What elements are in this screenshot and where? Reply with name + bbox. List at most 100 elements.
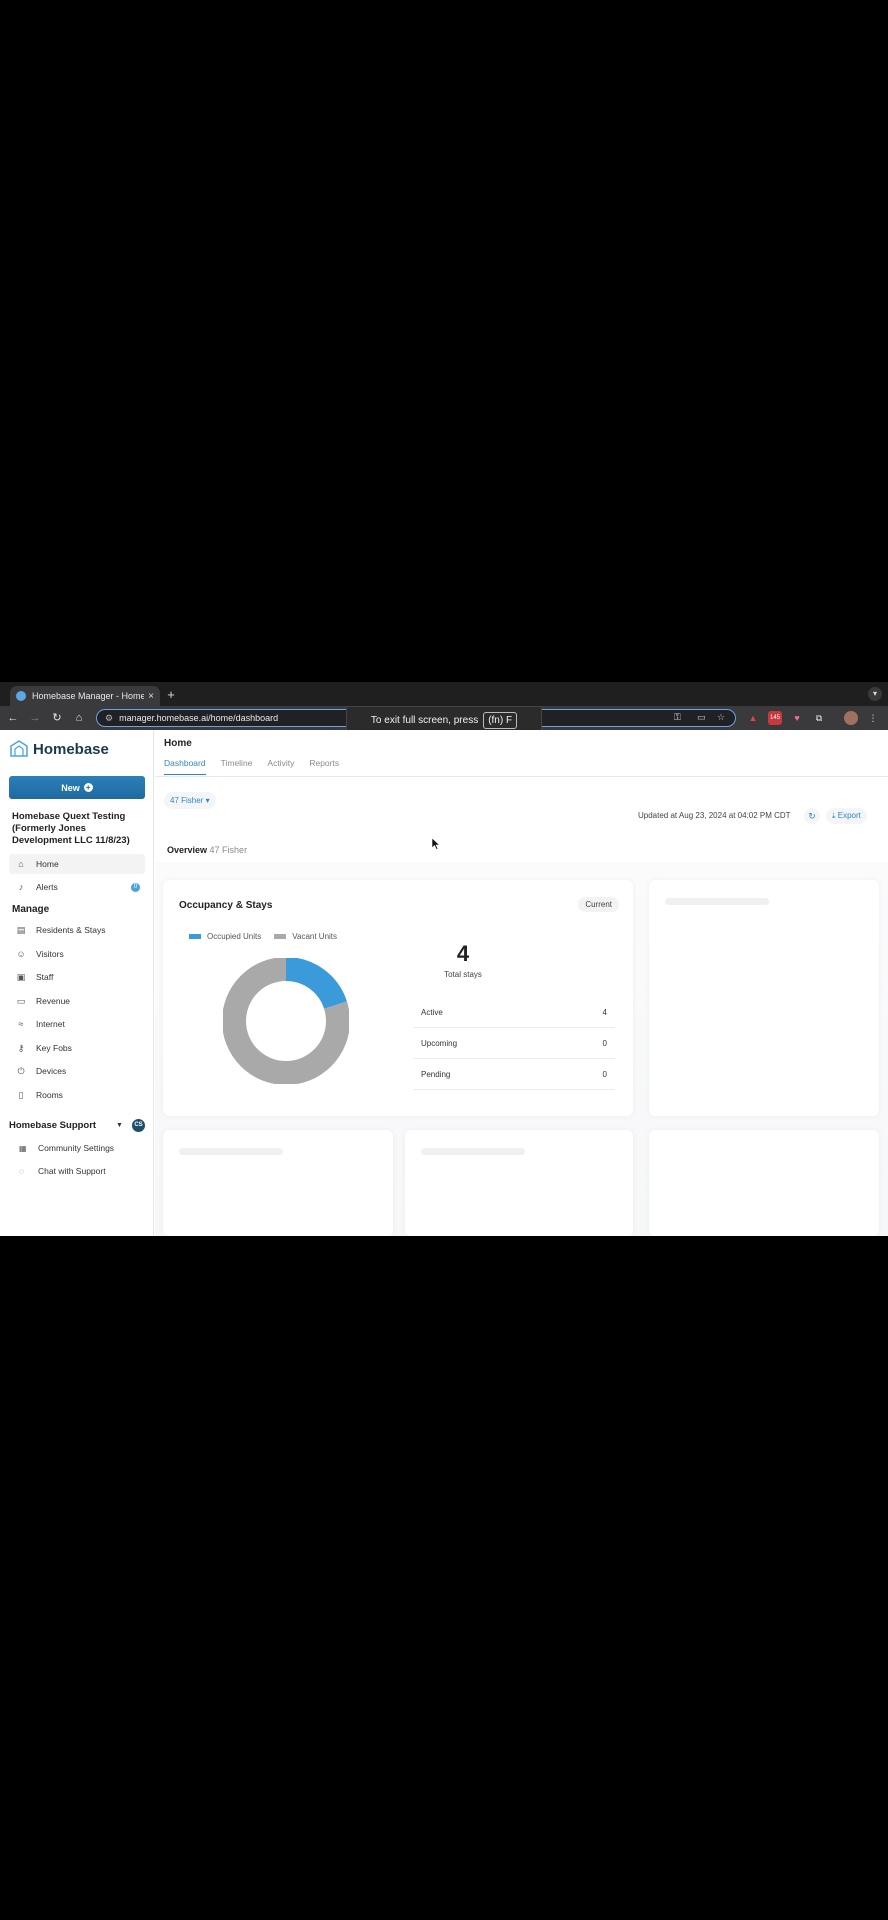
toast-key: (fn) F [483,711,518,729]
home-icon: ⌂ [18,859,24,869]
bookmark-star-icon[interactable]: ☆ [717,712,725,723]
sidebar-item-label: Visitors [36,949,64,959]
residents-icon: ▤ [16,924,26,935]
new-tab-button[interactable]: + [162,686,180,704]
back-icon[interactable]: ← [6,711,20,725]
overview-property: 47 Fisher [209,845,248,855]
puzzle-extensions-icon[interactable]: ⧉ [812,711,826,725]
extensions-tray: ▲ 145 ♥ ⧉ ⋮ [738,710,880,726]
stays-row-active: Active 4 [413,997,615,1028]
loading-placeholder [421,1148,525,1155]
alert-extension-icon[interactable]: ▲ [746,711,760,725]
app-root: Homebase New + Homebase Quext Testing (F… [0,730,888,1236]
loading-card [405,1130,633,1236]
legend-vacant[interactable]: Vacant Units [274,932,337,941]
refresh-icon[interactable]: ↻ [804,808,820,824]
homebase-favicon-icon [16,691,26,701]
homebase-logo-icon [10,740,28,757]
stays-row-value: 0 [602,1069,607,1079]
stays-row-pending: Pending 0 [413,1059,615,1090]
new-button[interactable]: New + [9,776,145,799]
main-content: Home Dashboard Timeline Activity Reports… [155,730,888,1236]
key-icon: ⚷ [17,1042,25,1053]
chat-icon: ◌ [19,1166,24,1176]
tab-activity[interactable]: Activity [267,758,294,775]
tab-search-icon[interactable]: ▾ [868,687,882,701]
occupancy-donut-chart [223,958,349,1084]
password-key-icon[interactable]: ⚿ [674,712,681,723]
chevron-down-icon[interactable]: ▼ [116,1122,123,1129]
plus-icon: + [83,783,93,792]
sidebar-item-label: Staff [36,972,54,982]
sidebar-item-revenue[interactable]: ▭ Revenue [9,991,145,1011]
community-name: Homebase Quext Testing (Formerly Jones D… [12,811,130,846]
sidebar-item-chat-support[interactable]: ◌ Chat with Support [19,1166,106,1176]
sidebar-item-home[interactable]: ⌂ Home [9,854,145,874]
forward-icon[interactable]: → [28,711,42,725]
site-info-icon[interactable]: ⚙ [105,713,113,724]
building-icon: ▦ [19,1143,27,1153]
support-title: Homebase Support [9,1120,97,1131]
sidebar-item-community-settings[interactable]: ▦ Community Settings [19,1143,114,1153]
sidebar-item-devices[interactable]: ⏻ Devices [9,1061,145,1081]
stays-row-value: 0 [602,1038,607,1048]
staff-icon: ▣ [16,971,26,982]
occupancy-filter-button[interactable]: Current [578,897,619,912]
stays-row-value: 4 [602,1007,607,1017]
manage-heading: Manage [12,904,50,915]
profile-avatar-icon[interactable] [844,711,858,725]
browser-menu-icon[interactable]: ⋮ [866,711,880,725]
url-text: manager.homebase.ai/home/dashboard [119,713,279,723]
home-browser-icon[interactable]: ⌂ [72,711,86,725]
tab-timeline[interactable]: Timeline [221,758,253,775]
support-header[interactable]: Homebase Support ▼ CS [9,1119,145,1132]
sidebar-item-internet[interactable]: ≈ Internet [9,1014,145,1034]
power-icon: ⏻ [17,1065,25,1076]
dashboard-cards-area: Occupancy & Stays Current Occupied Units… [155,862,888,1236]
sidebar-item-label: Rooms [36,1090,63,1100]
visitors-icon: ☺ [16,949,26,959]
property-selector[interactable]: 47 Fisher ▾ [164,792,216,809]
tab-reports[interactable]: Reports [309,758,339,775]
updated-timestamp: Updated at Aug 23, 2024 at 04:02 PM CDT [638,811,791,820]
stays-row-label: Upcoming [421,1038,458,1048]
support-avatar[interactable]: CS [132,1119,145,1132]
loading-card [649,880,879,1116]
legend-label: Occupied Units [207,932,262,941]
browser-window: Homebase Manager - Home × + ▾ ← → ↻ ⌂ ⚙ … [0,682,888,1236]
sidebar-item-label: Home [36,859,59,869]
calendar-extension-icon[interactable]: 145 [768,711,782,725]
stays-row-label: Active [421,1007,443,1017]
close-tab-icon[interactable]: × [148,691,154,702]
heart-extension-icon[interactable]: ♥ [790,711,804,725]
reload-icon[interactable]: ↻ [50,711,64,725]
sidebar-item-key-fobs[interactable]: ⚷ Key Fobs [9,1038,145,1058]
bell-icon: ♪ [18,882,24,892]
sidebar-item-rooms[interactable]: ▯ Rooms [9,1085,145,1105]
toast-text: To exit full screen, press [370,714,479,726]
mouse-cursor-icon [432,838,440,850]
tab-title: Homebase Manager - Home [32,691,145,701]
tab-divider [155,776,888,777]
total-stays-caption: Total stays [444,970,482,979]
occupancy-card: Occupancy & Stays Current Occupied Units… [163,880,633,1116]
loading-placeholder [665,898,769,905]
export-button[interactable]: ⤓ Export [826,808,867,824]
legend-swatch-vacant [274,934,287,939]
loading-placeholder [179,1148,283,1155]
tab-dashboard[interactable]: Dashboard [164,758,206,775]
sidebar-item-visitors[interactable]: ☺ Visitors [9,944,145,964]
browser-tab[interactable]: Homebase Manager - Home × [10,686,160,706]
stays-row-label: Pending [421,1069,451,1079]
overview-title: Overview [167,845,208,855]
sidebar-item-alerts[interactable]: ♪ Alerts 0 [9,877,145,897]
legend-occupied[interactable]: Occupied Units [189,932,261,941]
cast-icon[interactable]: ▭ [697,712,706,723]
total-stays-value: 4 [456,941,470,966]
sidebar: Homebase New + Homebase Quext Testing (F… [0,730,154,1236]
sidebar-item-staff[interactable]: ▣ Staff [9,967,145,987]
sidebar-item-label: Key Fobs [36,1043,72,1053]
homebase-logo[interactable]: Homebase [10,740,109,758]
legend-swatch-occupied [189,934,201,939]
sidebar-item-residents[interactable]: ▤ Residents & Stays [9,920,145,940]
